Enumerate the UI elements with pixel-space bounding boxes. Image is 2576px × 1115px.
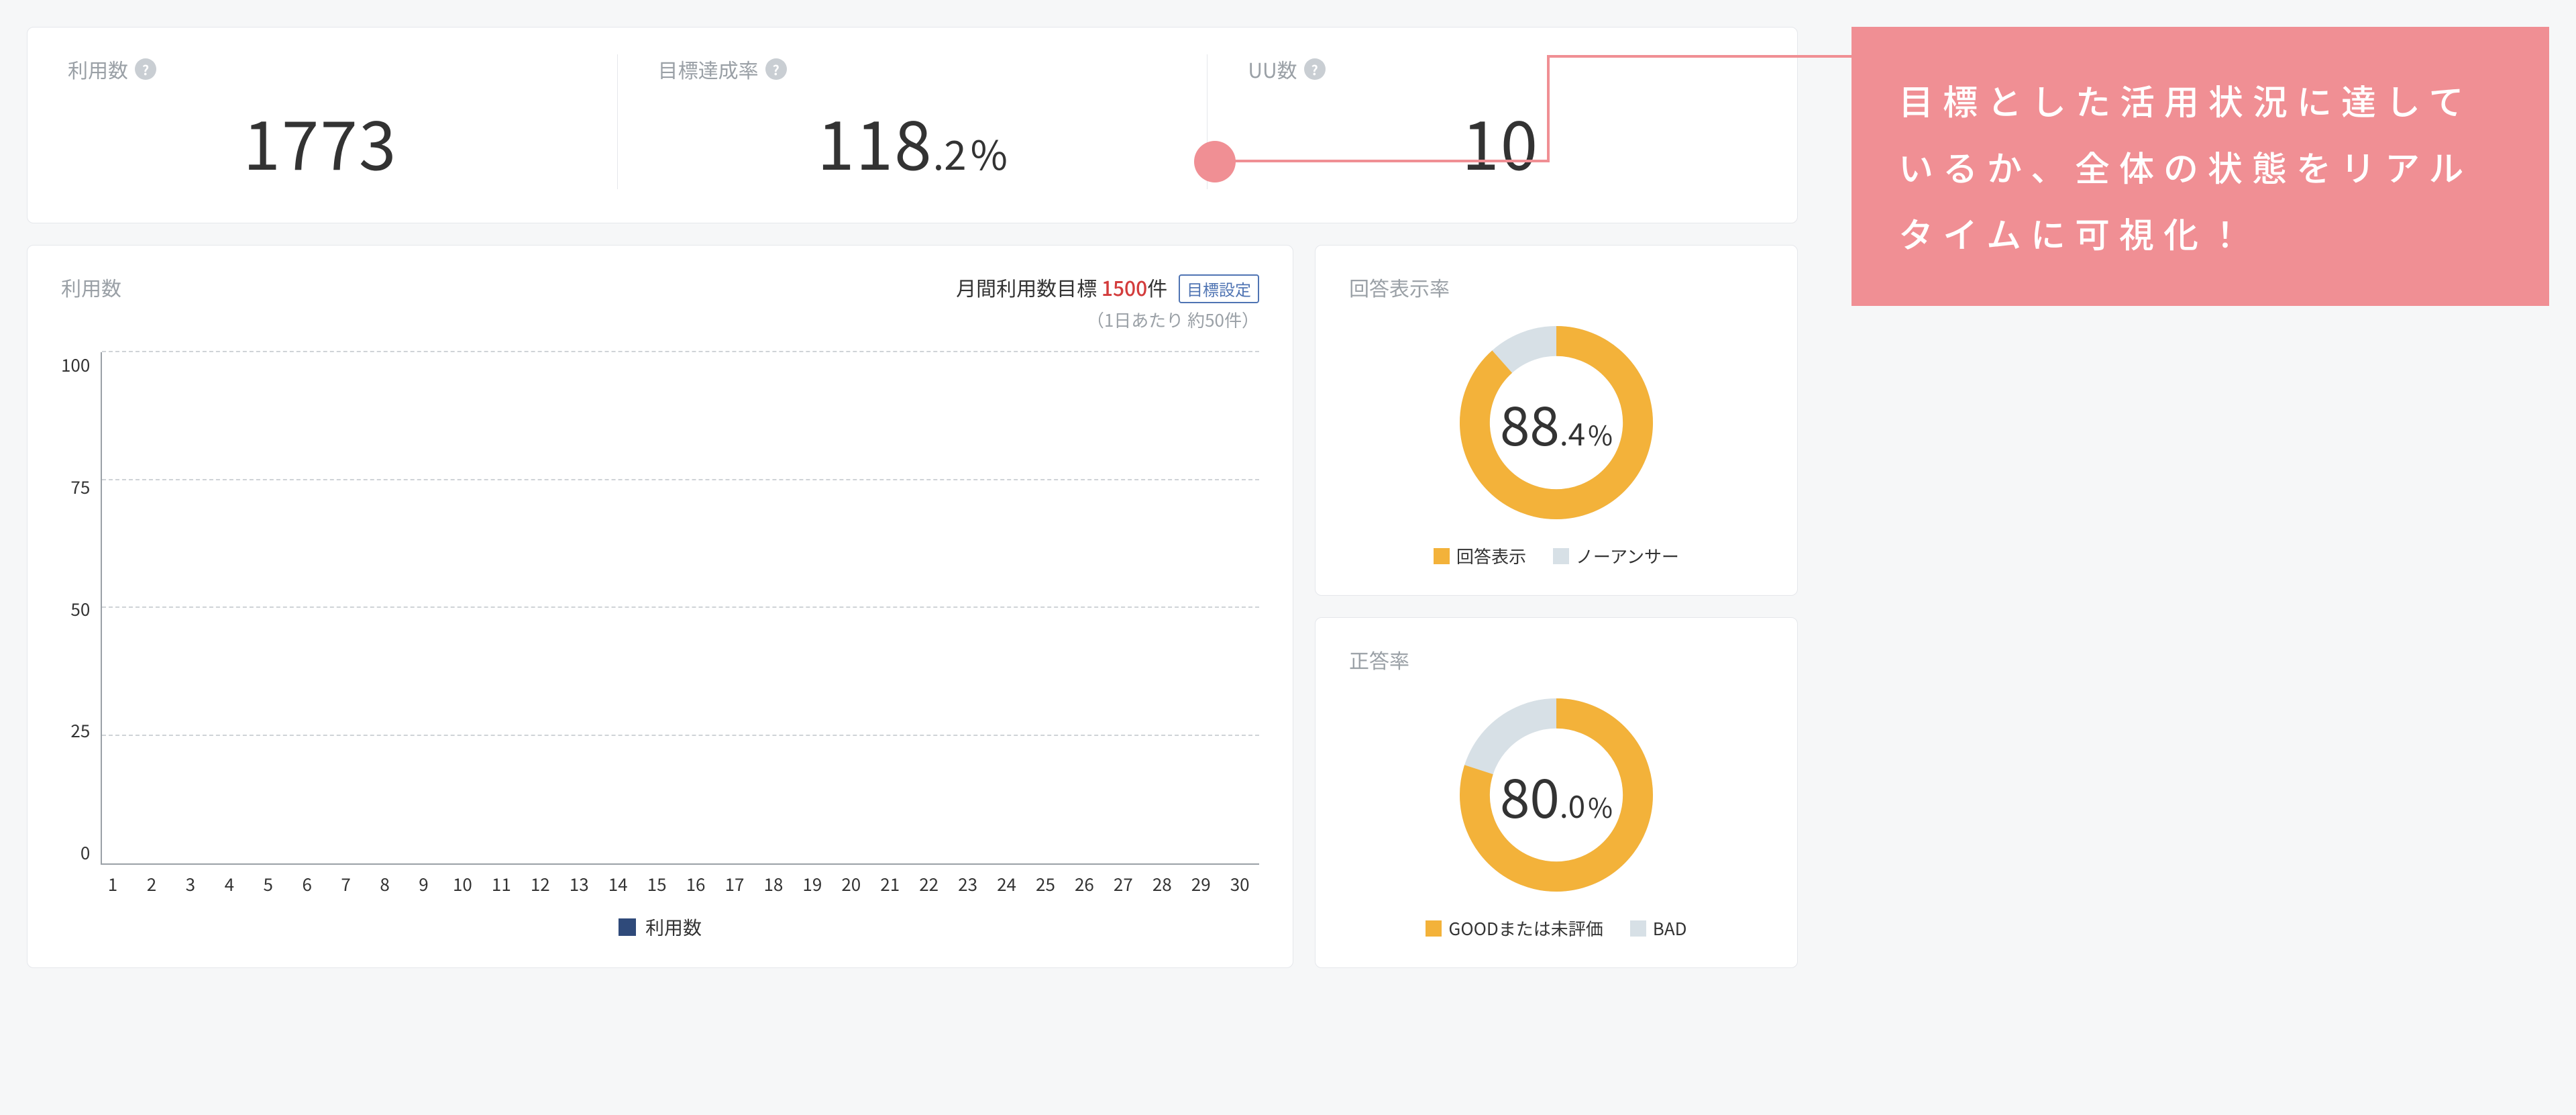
help-icon[interactable]: ? (135, 58, 156, 80)
help-icon[interactable]: ? (765, 58, 787, 80)
x-tick: 25 (1026, 871, 1065, 896)
x-tick: 26 (1065, 871, 1104, 896)
bar-target-value: 1500 (1102, 272, 1147, 302)
x-tick: 8 (366, 871, 405, 896)
x-tick: 4 (210, 871, 249, 896)
y-tick: 25 (70, 718, 90, 743)
bar-legend: 利用数 (61, 914, 1259, 941)
x-tick: 10 (443, 871, 482, 896)
x-tick: 12 (521, 871, 559, 896)
x-tick: 20 (832, 871, 871, 896)
legend-swatch (1553, 548, 1569, 564)
x-tick: 6 (288, 871, 327, 896)
callout-box: 目標とした活用状況に達しているか、全体の状態をリアルタイムに可視化！ (1851, 27, 2549, 306)
correct-rate-card: 正答率 80 .0 % GOODまたは未評価 BAD (1315, 617, 1798, 968)
legend-swatch (619, 918, 636, 936)
x-tick: 18 (754, 871, 793, 896)
kpi-usage-value: 1773 (68, 92, 577, 189)
bar-legend-label: 利用数 (645, 914, 702, 941)
x-tick: 17 (715, 871, 754, 896)
donut1-legend: 回答表示 ノーアンサー (1349, 543, 1764, 568)
x-tick: 16 (676, 871, 715, 896)
y-tick: 50 (70, 596, 90, 621)
legend-swatch (1630, 920, 1646, 937)
x-tick: 13 (559, 871, 598, 896)
usage-bar-chart: 1007550250 12345678910111213141516171819… (61, 352, 1259, 941)
x-tick: 11 (482, 871, 521, 896)
x-tick: 21 (871, 871, 910, 896)
donut1-chart: 88 .4 % (1349, 315, 1764, 530)
x-tick: 27 (1104, 871, 1142, 896)
bar-target: 月間利用数目標 1500件 目標設定 （1日あたり 約50件） (956, 272, 1259, 332)
answer-display-rate-card: 回答表示率 88 .4 % 回答表示 ノーアンサー (1315, 245, 1798, 596)
y-tick: 75 (70, 474, 90, 499)
legend-swatch (1434, 548, 1450, 564)
kpi-uu: UU数 ? 10 (1207, 54, 1757, 189)
x-tick: 30 (1220, 871, 1259, 896)
y-tick: 0 (80, 840, 90, 865)
x-tick: 1 (93, 871, 132, 896)
donut2-chart: 80 .0 % (1349, 688, 1764, 902)
x-tick: 19 (793, 871, 832, 896)
x-tick: 9 (405, 871, 443, 896)
bar-target-prefix: 月間利用数目標 (956, 272, 1102, 302)
x-tick: 15 (637, 871, 676, 896)
x-tick: 24 (987, 871, 1026, 896)
kpi-usage-label: 利用数 (68, 54, 128, 84)
x-tick: 14 (598, 871, 637, 896)
help-icon[interactable]: ? (1304, 58, 1326, 80)
x-tick: 29 (1181, 871, 1220, 896)
y-tick: 100 (61, 352, 90, 377)
x-tick: 2 (132, 871, 171, 896)
dashboard: 利用数 ? 1773 目標達成率 ? 118 .2 % UU数 ? (27, 27, 1798, 968)
target-set-button[interactable]: 目標設定 (1179, 274, 1259, 303)
donut2-title: 正答率 (1349, 645, 1764, 674)
kpi-target-rate-value: 118 .2 % (658, 92, 1167, 189)
bar-card-title: 利用数 (61, 272, 121, 302)
usage-bar-card: 利用数 月間利用数目標 1500件 目標設定 （1日あたり 約50件） 1007… (27, 245, 1293, 968)
x-tick: 22 (910, 871, 949, 896)
kpi-target-rate-label: 目標達成率 (658, 54, 759, 84)
x-tick: 5 (249, 871, 288, 896)
bar-target-unit: 件 (1147, 272, 1167, 302)
kpi-target-rate: 目標達成率 ? 118 .2 % (617, 54, 1208, 189)
x-tick: 7 (327, 871, 366, 896)
donut1-title: 回答表示率 (1349, 272, 1764, 302)
legend-swatch (1426, 920, 1442, 937)
kpi-uu-value: 10 (1248, 92, 1757, 189)
x-tick: 28 (1142, 871, 1181, 896)
bar-target-per-day: （1日あたり 約50件） (956, 307, 1259, 332)
donut2-legend: GOODまたは未評価 BAD (1349, 916, 1764, 941)
x-tick: 3 (171, 871, 210, 896)
kpi-usage: 利用数 ? 1773 (68, 54, 617, 189)
x-tick: 23 (949, 871, 987, 896)
kpi-strip: 利用数 ? 1773 目標達成率 ? 118 .2 % UU数 ? (27, 27, 1798, 223)
kpi-uu-label: UU数 (1248, 54, 1297, 84)
